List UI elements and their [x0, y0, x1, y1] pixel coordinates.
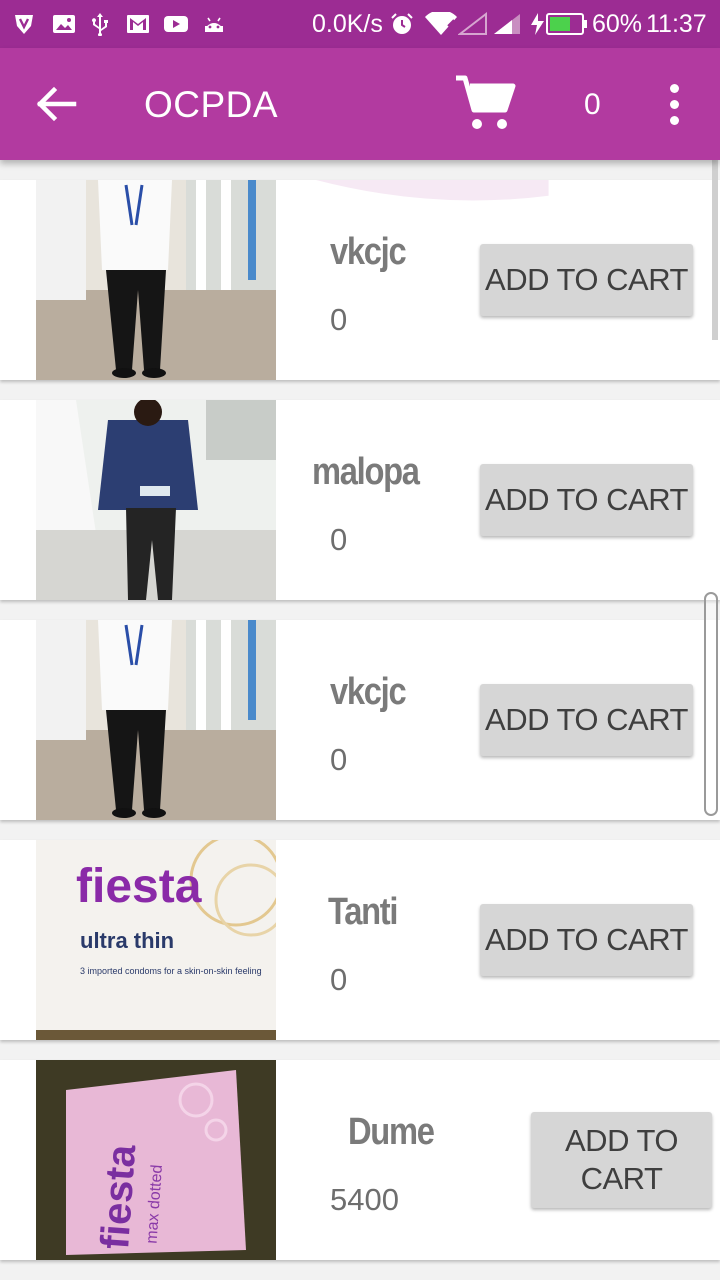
overflow-menu-icon[interactable] — [660, 82, 692, 128]
add-to-cart-button[interactable]: ADD TO CART — [480, 684, 693, 756]
product-card[interactable]: vkcjc 0 ADD TO CART — [0, 180, 720, 380]
product-image: fiesta max dotted — [36, 1060, 276, 1260]
product-card[interactable]: fiesta ultra thin 3 imported condoms for… — [0, 840, 720, 1040]
screen: 0.0K/s 60% 11:37 OCPDA 0 vkcjc 0 ADD TO … — [0, 0, 720, 1280]
image-icon — [53, 15, 75, 33]
add-to-cart-button[interactable]: ADD TO CART — [531, 1112, 712, 1208]
product-price: 0 — [330, 962, 348, 997]
gmail-icon — [127, 15, 149, 33]
app-bar: OCPDA 0 — [0, 48, 720, 160]
product-image — [36, 400, 276, 600]
status-bar: 0.0K/s 60% 11:37 — [0, 0, 720, 48]
product-name: malopa — [312, 451, 420, 493]
fiesta-logo-text: fiesta — [76, 860, 202, 913]
ultra-thin-text: ultra thin — [80, 928, 174, 953]
back-arrow-icon[interactable] — [26, 76, 86, 132]
add-to-cart-button[interactable]: ADD TO CART — [480, 464, 693, 536]
shopping-cart-icon[interactable] — [452, 70, 518, 136]
battery-percent: 60% — [592, 10, 643, 38]
product-price: 0 — [330, 742, 348, 777]
battery-charging-icon — [531, 13, 587, 35]
signal-empty-icon — [458, 12, 487, 35]
product-name: vkcjc — [330, 231, 407, 273]
add-to-cart-button[interactable]: ADD TO CART — [480, 904, 693, 976]
product-image — [36, 620, 276, 820]
cart-count-badge: 0 — [584, 88, 601, 121]
clock: 11:37 — [646, 10, 707, 38]
youtube-icon — [164, 16, 188, 32]
add-to-cart-button[interactable]: ADD TO CART — [480, 244, 693, 316]
ultra-thin-subtext: 3 imported condoms for a skin-on-skin fe… — [80, 966, 262, 976]
vpn-shield-icon — [15, 15, 33, 34]
android-icon — [205, 17, 223, 32]
usb-icon — [92, 13, 108, 36]
signal-icon — [494, 14, 520, 34]
scrollbar-thumb[interactable] — [704, 592, 718, 816]
product-card[interactable]: fiesta max dotted Dume 5400 ADD TO CART — [0, 1060, 720, 1260]
product-image — [36, 180, 276, 380]
product-price: 0 — [330, 522, 348, 557]
alarm-icon — [391, 13, 413, 34]
fiesta-logo-text: fiesta — [93, 1143, 144, 1251]
network-speed: 0.0K/s — [312, 10, 383, 38]
top-scroll-shadow — [712, 160, 718, 340]
app-title: OCPDA — [144, 84, 279, 125]
wifi-icon — [425, 12, 457, 35]
product-name: vkcjc — [330, 671, 407, 713]
product-price: 5400 — [330, 1182, 399, 1217]
product-name: Tanti — [328, 891, 398, 933]
product-name: Dume — [348, 1111, 435, 1153]
product-card[interactable]: vkcjc 0 ADD TO CART — [0, 620, 720, 820]
product-card[interactable]: malopa 0 ADD TO CART — [0, 400, 720, 600]
product-image: fiesta ultra thin 3 imported condoms for… — [36, 840, 276, 1040]
product-list[interactable]: vkcjc 0 ADD TO CART malopa 0 ADD TO CART… — [0, 160, 720, 1280]
product-price: 0 — [330, 302, 348, 337]
